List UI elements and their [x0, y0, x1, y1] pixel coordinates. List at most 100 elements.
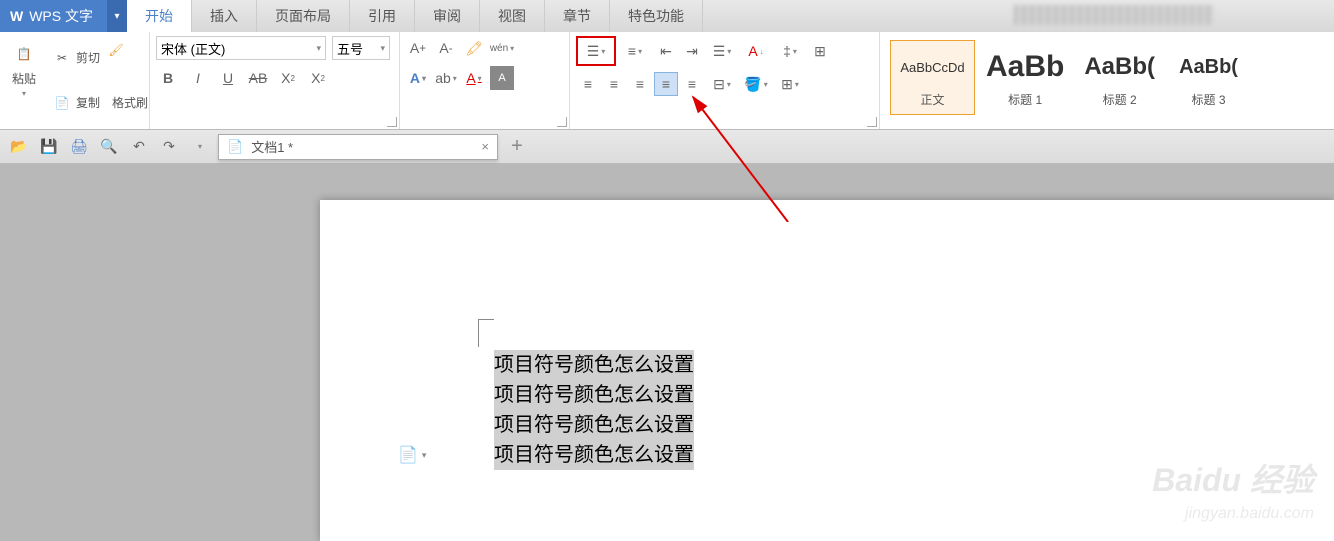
align-left-button[interactable]: ≡	[576, 72, 600, 96]
style-heading2[interactable]: AaBb( 标题 2	[1075, 40, 1164, 115]
style-gallery: AaBbCcDd 正文 AaBb 标题 1 AaBb( 标题 2 AaBb( 标…	[886, 36, 1328, 119]
style-preview: AaBb	[986, 47, 1064, 87]
indent-right-icon: ⇥	[686, 43, 698, 60]
save-button[interactable]: 💾	[38, 136, 60, 158]
new-tab-button[interactable]: +	[506, 136, 528, 158]
app-badge[interactable]: W WPS 文字	[0, 0, 107, 32]
font-size-combo[interactable]: 五号 ▾	[332, 36, 390, 60]
print-button[interactable]: 🖨	[68, 136, 90, 158]
tab-insert[interactable]: 插入	[192, 0, 257, 32]
align-right-button[interactable]: ≡	[628, 72, 652, 96]
app-menu-dropdown[interactable]: ▾	[107, 0, 127, 32]
char-shading-button[interactable]: A	[490, 66, 514, 90]
shading-button[interactable]: 🪣▾	[740, 72, 772, 96]
text-line: 项目符号颜色怎么设置	[494, 440, 694, 470]
numbering-button[interactable]: ≡▾	[618, 39, 652, 63]
font-family-combo[interactable]: 宋体 (正文) ▾	[156, 36, 326, 60]
app-name: WPS 文字	[29, 6, 93, 26]
justify-button[interactable]: ≡	[654, 72, 678, 96]
style-label: 标题 1	[986, 91, 1064, 108]
close-tab-button[interactable]: ×	[481, 139, 489, 154]
tab-references[interactable]: 引用	[350, 0, 415, 32]
document-content[interactable]: 项目符号颜色怎么设置 项目符号颜色怎么设置 项目符号颜色怎么设置 项目符号颜色怎…	[494, 350, 694, 470]
style-label: 标题 2	[1084, 91, 1155, 108]
ribbon-group-clipboard: 📋 粘贴 ▾ ✂ 剪切 📄 复制 格式刷	[0, 32, 150, 129]
style-preview: AaBb(	[1084, 47, 1155, 87]
tab-features[interactable]: 特色功能	[610, 0, 703, 32]
page-option-icon[interactable]: 📄▾	[398, 445, 426, 465]
subscript-button[interactable]: X2	[306, 66, 330, 90]
highlight-button[interactable]: 🖍	[462, 36, 486, 60]
quick-access-bar: 📂 💾 🖨 🔍 ↶ ↷ ▾ 📄 文档1 * × +	[0, 130, 1334, 164]
print-preview-button[interactable]: 🔍	[98, 136, 120, 158]
app-logo-icon: W	[10, 8, 23, 24]
para-launcher[interactable]	[867, 117, 877, 127]
copy-button[interactable]: 📄 复制	[48, 91, 104, 115]
chevron-down-icon: ▾	[316, 43, 321, 54]
italic-button[interactable]: I	[186, 66, 210, 90]
align-center-icon: ≡	[610, 76, 618, 92]
shrink-font-button[interactable]: A-	[434, 36, 458, 60]
show-marks-button[interactable]: ⊞	[808, 39, 832, 63]
align-left-icon: ≡	[584, 76, 592, 92]
text-direction-button[interactable]: ☰▾	[706, 39, 738, 63]
decrease-indent-button[interactable]: ⇤	[654, 39, 678, 63]
ribbon-group-paragraph: ☰▾ ≡▾ ⇤ ⇥ ☰▾ A↓ ‡▾ ⊞ ≡ ≡ ≡ ≡ ≡ ⊟▾ 🪣▾ ⊞▾	[570, 32, 880, 129]
justify-icon: ≡	[662, 76, 670, 92]
paste-button[interactable]: 📋 粘贴 ▾	[6, 36, 42, 125]
strikethrough-button[interactable]: AB	[246, 66, 270, 90]
chevron-down-icon: ▾	[380, 43, 385, 54]
format-painter-big[interactable]: 🖌	[98, 32, 134, 125]
increase-indent-button[interactable]: ⇥	[680, 39, 704, 63]
borders-button[interactable]: ⊞▾	[774, 72, 806, 96]
line-spacing-button[interactable]: ‡▾	[774, 39, 806, 63]
tab-section[interactable]: 章节	[545, 0, 610, 32]
style-heading3[interactable]: AaBb( 标题 3	[1166, 40, 1251, 115]
ribbon-group-font: 宋体 (正文) ▾ 五号 ▾ B I U AB X2 X2	[150, 32, 400, 129]
align-center-button[interactable]: ≡	[602, 72, 626, 96]
cut-label: 剪切	[76, 49, 100, 66]
ribbon-group-font2: A+ A- 🖍 wén▾ A▾ ab▾ A▾ A	[400, 32, 570, 129]
text-effect-button[interactable]: A▾	[406, 66, 430, 90]
distribute-icon: ≡	[688, 76, 696, 92]
bold-button[interactable]: B	[156, 66, 180, 90]
underline-button[interactable]: U	[216, 66, 240, 90]
tab-review[interactable]: 审阅	[415, 0, 480, 32]
font-launcher[interactable]	[387, 117, 397, 127]
document-tab[interactable]: 📄 文档1 * ×	[218, 134, 498, 160]
doc-icon: 📄	[227, 139, 243, 155]
highlight-color-button[interactable]: ab▾	[434, 66, 458, 90]
style-normal[interactable]: AaBbCcDd 正文	[890, 40, 975, 115]
tabs-button[interactable]: ⊟▾	[706, 72, 738, 96]
direction-icon: ☰	[713, 43, 726, 60]
redo-button[interactable]: ↷	[158, 136, 180, 158]
bullets-highlight: ☰▾	[576, 36, 616, 66]
align-right-icon: ≡	[636, 76, 644, 92]
style-label: 正文	[899, 91, 966, 108]
document-tab-label: 文档1 *	[251, 137, 293, 156]
grow-font-button[interactable]: A+	[406, 36, 430, 60]
open-button[interactable]: 📂	[8, 136, 30, 158]
phonetic-button[interactable]: wén▾	[490, 36, 514, 60]
border-icon: ⊞	[781, 76, 793, 93]
numbering-icon: ≡	[628, 43, 636, 59]
tab-view[interactable]: 视图	[480, 0, 545, 32]
font-color-button[interactable]: A▾	[462, 66, 486, 90]
sort-button[interactable]: A↓	[740, 39, 772, 63]
bucket-icon: 🪣	[744, 76, 761, 93]
qat-more-button[interactable]: ▾	[188, 136, 210, 158]
distribute-button[interactable]: ≡	[680, 72, 704, 96]
undo-button[interactable]: ↶	[128, 136, 150, 158]
text-line: 项目符号颜色怎么设置	[494, 350, 694, 380]
style-heading1[interactable]: AaBb 标题 1	[977, 40, 1073, 115]
tab-home[interactable]: 开始	[127, 0, 192, 32]
superscript-button[interactable]: X2	[276, 66, 300, 90]
bullets-button[interactable]: ☰▾	[579, 39, 613, 63]
title-bar: W WPS 文字 ▾ 开始 插入 页面布局 引用 审阅 视图 章节 特色功能	[0, 0, 1334, 32]
font2-launcher[interactable]	[557, 117, 567, 127]
pilcrow-icon: ⊞	[814, 43, 826, 60]
copy-icon: 📄	[52, 93, 72, 113]
blurred-area	[1014, 5, 1214, 25]
text-line: 项目符号颜色怎么设置	[494, 410, 694, 440]
tab-page-layout[interactable]: 页面布局	[257, 0, 350, 32]
